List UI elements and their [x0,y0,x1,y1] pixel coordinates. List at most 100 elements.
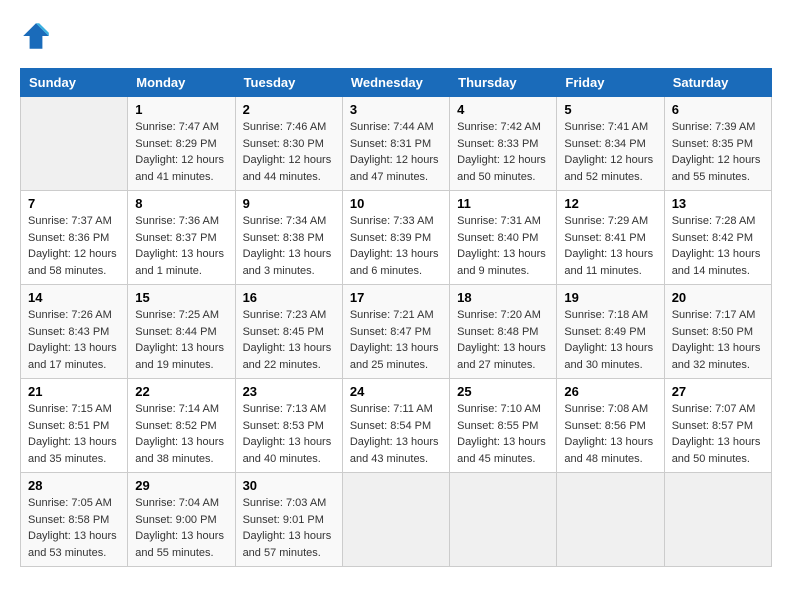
header-day: Saturday [664,69,771,97]
day-info: Sunrise: 7:04 AMSunset: 9:00 PMDaylight:… [135,495,227,561]
day-info: Sunrise: 7:36 AMSunset: 8:37 PMDaylight:… [135,213,227,279]
day-number: 10 [350,196,442,211]
calendar-week-row: 7 Sunrise: 7:37 AMSunset: 8:36 PMDaylight… [21,191,772,285]
calendar-cell [342,473,449,567]
day-info: Sunrise: 7:10 AMSunset: 8:55 PMDaylight:… [457,401,549,467]
day-number: 13 [672,196,764,211]
page-header [20,20,772,52]
day-number: 24 [350,384,442,399]
header-row: SundayMondayTuesdayWednesdayThursdayFrid… [21,69,772,97]
calendar-cell: 26 Sunrise: 7:08 AMSunset: 8:56 PMDayligh… [557,379,664,473]
calendar-cell: 25Sunrise: 7:10 AMSunset: 8:55 PMDayligh… [450,379,557,473]
day-info: Sunrise: 7:18 AMSunset: 8:49 PMDaylight:… [564,307,656,373]
calendar-cell: 30 Sunrise: 7:03 AMSunset: 9:01 PMDayligh… [235,473,342,567]
calendar-cell: 13Sunrise: 7:28 AMSunset: 8:42 PMDayligh… [664,191,771,285]
calendar-cell: 15 Sunrise: 7:25 AMSunset: 8:44 PMDayligh… [128,285,235,379]
day-info: Sunrise: 7:41 AMSunset: 8:34 PMDaylight:… [564,119,656,185]
day-number: 3 [350,102,442,117]
header-day: Wednesday [342,69,449,97]
day-info: Sunrise: 7:23 AMSunset: 8:45 PMDaylight:… [243,307,335,373]
day-info: Sunrise: 7:03 AMSunset: 9:01 PMDaylight:… [243,495,335,561]
calendar-week-row: 21 Sunrise: 7:15 AMSunset: 8:51 PMDayligh… [21,379,772,473]
calendar-cell: 12 Sunrise: 7:29 AMSunset: 8:41 PMDayligh… [557,191,664,285]
day-info: Sunrise: 7:07 AMSunset: 8:57 PMDaylight:… [672,401,764,467]
day-info: Sunrise: 7:44 AMSunset: 8:31 PMDaylight:… [350,119,442,185]
day-number: 15 [135,290,227,305]
header-day: Thursday [450,69,557,97]
calendar-cell: 23 Sunrise: 7:13 AMSunset: 8:53 PMDayligh… [235,379,342,473]
day-info: Sunrise: 7:08 AMSunset: 8:56 PMDaylight:… [564,401,656,467]
calendar-cell: 27 Sunrise: 7:07 AMSunset: 8:57 PMDayligh… [664,379,771,473]
calendar-cell: 11 Sunrise: 7:31 AMSunset: 8:40 PMDayligh… [450,191,557,285]
day-info: Sunrise: 7:42 AMSunset: 8:33 PMDaylight:… [457,119,549,185]
day-info: Sunrise: 7:25 AMSunset: 8:44 PMDaylight:… [135,307,227,373]
calendar-week-row: 1 Sunrise: 7:47 AMSunset: 8:29 PMDaylight… [21,97,772,191]
header-day: Monday [128,69,235,97]
calendar-header: SundayMondayTuesdayWednesdayThursdayFrid… [21,69,772,97]
day-number: 12 [564,196,656,211]
day-number: 8 [135,196,227,211]
day-number: 23 [243,384,335,399]
header-day: Sunday [21,69,128,97]
calendar-cell: 20 Sunrise: 7:17 AMSunset: 8:50 PMDayligh… [664,285,771,379]
day-number: 27 [672,384,764,399]
day-number: 11 [457,196,549,211]
day-number: 2 [243,102,335,117]
day-info: Sunrise: 7:33 AMSunset: 8:39 PMDaylight:… [350,213,442,279]
day-info: Sunrise: 7:14 AMSunset: 8:52 PMDaylight:… [135,401,227,467]
day-number: 1 [135,102,227,117]
calendar-cell: 9Sunrise: 7:34 AMSunset: 8:38 PMDaylight… [235,191,342,285]
day-info: Sunrise: 7:05 AMSunset: 8:58 PMDaylight:… [28,495,120,561]
day-number: 26 [564,384,656,399]
day-number: 19 [564,290,656,305]
calendar-cell: 5 Sunrise: 7:41 AMSunset: 8:34 PMDaylight… [557,97,664,191]
calendar-cell: 16 Sunrise: 7:23 AMSunset: 8:45 PMDayligh… [235,285,342,379]
day-info: Sunrise: 7:13 AMSunset: 8:53 PMDaylight:… [243,401,335,467]
day-number: 6 [672,102,764,117]
calendar-cell: 3 Sunrise: 7:44 AMSunset: 8:31 PMDaylight… [342,97,449,191]
day-number: 30 [243,478,335,493]
day-number: 18 [457,290,549,305]
logo-icon [20,20,52,52]
calendar-week-row: 28 Sunrise: 7:05 AMSunset: 8:58 PMDayligh… [21,473,772,567]
day-number: 21 [28,384,120,399]
calendar-cell: 7 Sunrise: 7:37 AMSunset: 8:36 PMDaylight… [21,191,128,285]
day-info: Sunrise: 7:31 AMSunset: 8:40 PMDaylight:… [457,213,549,279]
calendar-cell: 10 Sunrise: 7:33 AMSunset: 8:39 PMDayligh… [342,191,449,285]
day-number: 29 [135,478,227,493]
day-number: 4 [457,102,549,117]
calendar-cell [664,473,771,567]
day-number: 5 [564,102,656,117]
calendar-table: SundayMondayTuesdayWednesdayThursdayFrid… [20,68,772,567]
calendar-week-row: 14Sunrise: 7:26 AMSunset: 8:43 PMDayligh… [21,285,772,379]
day-number: 14 [28,290,120,305]
calendar-cell: 1 Sunrise: 7:47 AMSunset: 8:29 PMDaylight… [128,97,235,191]
header-day: Tuesday [235,69,342,97]
day-info: Sunrise: 7:46 AMSunset: 8:30 PMDaylight:… [243,119,335,185]
day-number: 22 [135,384,227,399]
day-info: Sunrise: 7:34 AMSunset: 8:38 PMDaylight:… [243,213,335,279]
calendar-cell: 2 Sunrise: 7:46 AMSunset: 8:30 PMDaylight… [235,97,342,191]
day-number: 28 [28,478,120,493]
day-number: 7 [28,196,120,211]
day-info: Sunrise: 7:47 AMSunset: 8:29 PMDaylight:… [135,119,227,185]
calendar-cell: 8 Sunrise: 7:36 AMSunset: 8:37 PMDaylight… [128,191,235,285]
calendar-cell: 17Sunrise: 7:21 AMSunset: 8:47 PMDayligh… [342,285,449,379]
header-day: Friday [557,69,664,97]
calendar-cell: 29 Sunrise: 7:04 AMSunset: 9:00 PMDayligh… [128,473,235,567]
day-number: 17 [350,290,442,305]
calendar-body: 1 Sunrise: 7:47 AMSunset: 8:29 PMDaylight… [21,97,772,567]
day-info: Sunrise: 7:29 AMSunset: 8:41 PMDaylight:… [564,213,656,279]
day-info: Sunrise: 7:37 AMSunset: 8:36 PMDaylight:… [28,213,120,279]
calendar-cell: 14Sunrise: 7:26 AMSunset: 8:43 PMDayligh… [21,285,128,379]
calendar-cell: 19 Sunrise: 7:18 AMSunset: 8:49 PMDayligh… [557,285,664,379]
day-info: Sunrise: 7:39 AMSunset: 8:35 PMDaylight:… [672,119,764,185]
calendar-cell: 6 Sunrise: 7:39 AMSunset: 8:35 PMDaylight… [664,97,771,191]
day-info: Sunrise: 7:17 AMSunset: 8:50 PMDaylight:… [672,307,764,373]
day-number: 20 [672,290,764,305]
calendar-cell: 28 Sunrise: 7:05 AMSunset: 8:58 PMDayligh… [21,473,128,567]
calendar-cell: 24Sunrise: 7:11 AMSunset: 8:54 PMDayligh… [342,379,449,473]
day-number: 16 [243,290,335,305]
day-info: Sunrise: 7:15 AMSunset: 8:51 PMDaylight:… [28,401,120,467]
calendar-cell: 21 Sunrise: 7:15 AMSunset: 8:51 PMDayligh… [21,379,128,473]
